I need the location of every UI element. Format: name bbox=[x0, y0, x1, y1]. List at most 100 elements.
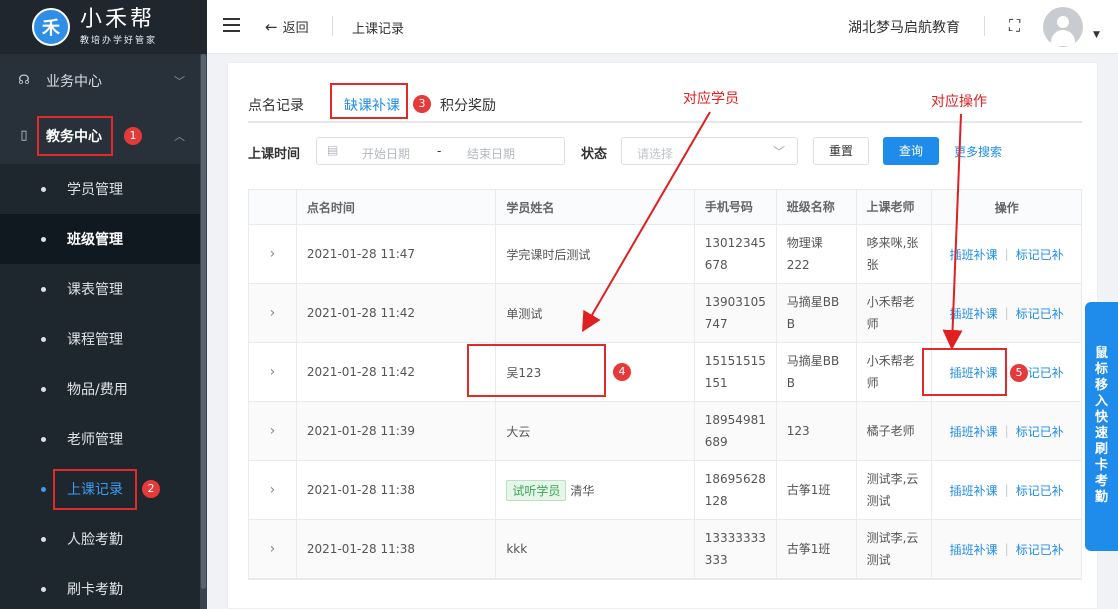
class-name: 123 bbox=[777, 402, 857, 460]
mark-made-up-link[interactable]: 标记已补 bbox=[1016, 541, 1064, 558]
sidebar-item-teachers[interactable]: 老师管理 bbox=[0, 414, 200, 464]
header-cell: 点名时间 bbox=[297, 190, 497, 224]
expand-chevron-icon[interactable]: › bbox=[249, 461, 297, 519]
table-body: › 2021-01-28 11:47 学完课时后测试 13012345 678 物… bbox=[249, 225, 1081, 579]
sidebar-item-label: 老师管理 bbox=[67, 432, 123, 448]
expand-chevron-icon[interactable]: › bbox=[249, 402, 297, 460]
roll-call-time: 2021-01-28 11:38 bbox=[297, 520, 497, 578]
arrow-left-icon: ← bbox=[265, 18, 278, 36]
chevron-down-icon: ﹀ bbox=[174, 75, 185, 88]
sidebar-item-label: 人脸考勤 bbox=[67, 532, 123, 548]
sidebar-item-card-attendance[interactable]: 刷卡考勤 bbox=[0, 564, 200, 609]
table-row[interactable]: › 2021-01-28 11:38 kkk 13333333 333 古筝1班 … bbox=[249, 520, 1081, 579]
date-range-picker[interactable]: ▤ 开始日期 - 结束日期 bbox=[316, 137, 565, 165]
calendar-icon: ▤ bbox=[327, 143, 339, 157]
table-row[interactable]: › 2021-01-28 11:47 学完课时后测试 13012345 678 物… bbox=[249, 225, 1081, 284]
roll-call-time: 2021-01-28 11:39 bbox=[297, 402, 497, 460]
class-time-label: 上课时间 bbox=[248, 147, 301, 162]
back-label: 返回 bbox=[282, 21, 309, 36]
expand-chevron-icon[interactable]: › bbox=[249, 225, 297, 283]
expand-chevron-icon[interactable]: › bbox=[249, 520, 297, 578]
sidebar-item-students[interactable]: 学员管理 bbox=[0, 164, 200, 214]
quick-card-attendance-button[interactable]: 鼠标移入 快速刷卡考勤 bbox=[1085, 302, 1118, 551]
highlight-operation bbox=[922, 348, 1007, 396]
row-actions: 插班补课 | 标记已补 bbox=[932, 402, 1081, 460]
caret-down-icon[interactable]: ▼ bbox=[1093, 30, 1100, 40]
logo-icon: 禾 bbox=[32, 8, 70, 46]
action-separator: | bbox=[1004, 542, 1009, 556]
avatar[interactable] bbox=[1043, 7, 1083, 47]
more-search-link[interactable]: 更多搜索 bbox=[954, 143, 1002, 160]
class-name: 古筝1班 bbox=[777, 520, 857, 578]
mark-made-up-link[interactable]: 标记已补 bbox=[1016, 246, 1064, 263]
chevron-down-icon: ﹀ bbox=[772, 145, 785, 159]
makeup-class-link[interactable]: 插班补课 bbox=[950, 305, 998, 322]
submenu: 学员管理 班级管理 课表管理 课程管理 物品/费用 老师管理 上课记录 人脸考勤… bbox=[0, 164, 200, 609]
expand-chevron-icon[interactable]: › bbox=[249, 343, 297, 401]
student-name: kkk bbox=[496, 520, 695, 578]
start-date-input[interactable]: 开始日期 bbox=[362, 145, 410, 162]
scrollbar-thumb[interactable] bbox=[201, 54, 206, 589]
makeup-class-link[interactable]: 插班补课 bbox=[950, 482, 998, 499]
status-select[interactable]: 请选择 ﹀ bbox=[621, 137, 798, 165]
mark-made-up-link[interactable]: 标记已补 bbox=[1016, 423, 1064, 440]
sidebar-item-label: 学员管理 bbox=[67, 182, 123, 198]
organization-name[interactable]: 湖北梦马启航教育 bbox=[848, 17, 960, 37]
makeup-class-link[interactable]: 插班补课 bbox=[950, 423, 998, 440]
header-cell: 上课老师 bbox=[857, 190, 933, 224]
divider bbox=[332, 16, 333, 36]
class-name: 马摘星BB B bbox=[777, 343, 857, 401]
sidebar-item-goods-fees[interactable]: 物品/费用 bbox=[0, 364, 200, 414]
class-name: 马摘星BB B bbox=[777, 284, 857, 342]
main-card: 点名记录 缺课补课 积分奖励 上课时间 ▤ 开始日期 - 结束日期 状态 请选择… bbox=[227, 62, 1098, 609]
bullet-icon bbox=[41, 436, 46, 442]
student-name: 试听学员 清华 bbox=[496, 461, 695, 519]
trial-student-badge: 试听学员 bbox=[506, 479, 567, 501]
phone-number: 18695628 128 bbox=[695, 461, 777, 519]
row-actions: 插班补课 | 标记已补 bbox=[932, 284, 1081, 342]
table-row[interactable]: › 2021-01-28 11:42 单测试 13903105 747 马摘星BB… bbox=[249, 284, 1081, 343]
student-name: 大云 bbox=[496, 402, 695, 460]
phone-number: 13012345 678 bbox=[695, 225, 777, 283]
teacher-name: 测试李,云 测试 bbox=[857, 520, 933, 578]
makeup-class-link[interactable]: 插班补课 bbox=[950, 246, 998, 263]
row-actions: 插班补课 | 标记已补 bbox=[932, 520, 1081, 578]
end-date-input[interactable]: 结束日期 bbox=[467, 145, 515, 162]
mark-made-up-link[interactable]: 标记已补 bbox=[1016, 482, 1064, 499]
reset-button[interactable]: 重置 bbox=[813, 137, 869, 165]
teacher-name: 橘子老师 bbox=[857, 402, 933, 460]
sidebar-item-label: 物品/费用 bbox=[67, 382, 128, 398]
sidebar-item-classes[interactable]: 班级管理 bbox=[0, 214, 200, 264]
bullet-icon bbox=[41, 486, 46, 492]
student-name: 单测试 bbox=[496, 284, 695, 342]
back-button[interactable]: ← 返回 bbox=[265, 17, 309, 36]
logo[interactable]: 禾 小禾帮 教培办学好管家 bbox=[0, 0, 207, 54]
makeup-class-link[interactable]: 插班补课 bbox=[950, 541, 998, 558]
bullet-icon bbox=[41, 336, 46, 342]
tab-roll-call[interactable]: 点名记录 bbox=[248, 95, 304, 115]
float-button-label: 鼠标移入 快速刷卡考勤 bbox=[1094, 346, 1108, 505]
sidebar-scrollbar[interactable] bbox=[200, 54, 207, 609]
sidebar-item-schedule[interactable]: 课表管理 bbox=[0, 264, 200, 314]
fullscreen-icon[interactable]: ⛶ bbox=[1009, 17, 1027, 35]
bullet-icon bbox=[41, 286, 46, 292]
query-button[interactable]: 查询 bbox=[883, 137, 939, 165]
menu-group-business[interactable]: ☊ 业务中心 ﹀ bbox=[0, 54, 207, 108]
annotation-student-label: 对应学员 bbox=[683, 91, 739, 107]
sidebar-item-courses[interactable]: 课程管理 bbox=[0, 314, 200, 364]
table-row[interactable]: › 2021-01-28 11:38 试听学员 清华 18695628 128 古筝… bbox=[249, 461, 1081, 520]
row-actions: 插班补课 | 标记已补 bbox=[932, 461, 1081, 519]
menu-toggle-icon[interactable] bbox=[223, 18, 240, 32]
sidebar-item-face-attendance[interactable]: 人脸考勤 bbox=[0, 514, 200, 564]
highlight-academic-center bbox=[37, 116, 113, 156]
breadcrumb: 上课记录 bbox=[352, 22, 405, 37]
chevron-up-icon: ︿ bbox=[174, 130, 185, 143]
student-name: 学完课时后测试 bbox=[496, 225, 695, 283]
step-badge: 4 bbox=[613, 363, 631, 381]
roll-call-time: 2021-01-28 11:42 bbox=[297, 284, 497, 342]
mark-made-up-link[interactable]: 标记已补 bbox=[1016, 305, 1064, 322]
table-row[interactable]: › 2021-01-28 11:39 大云 18954981 689 123 橘子… bbox=[249, 402, 1081, 461]
action-separator: | bbox=[1004, 483, 1009, 497]
tab-points[interactable]: 积分奖励 bbox=[440, 95, 496, 115]
expand-chevron-icon[interactable]: › bbox=[249, 284, 297, 342]
